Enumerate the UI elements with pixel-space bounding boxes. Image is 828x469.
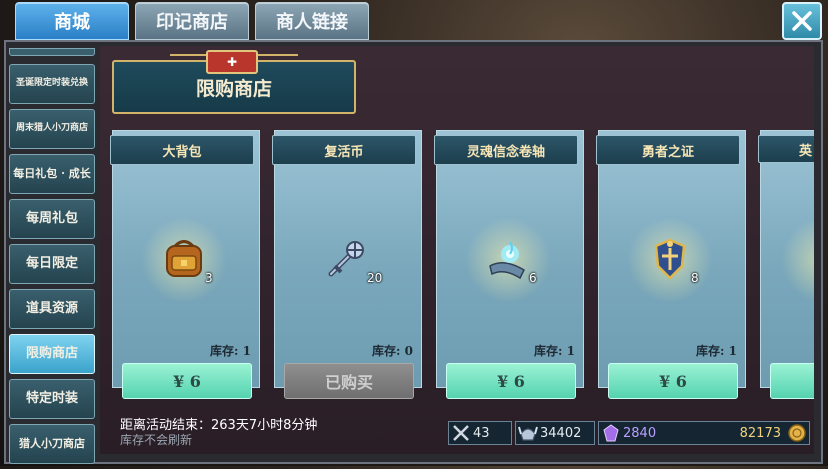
soul-scroll-icon	[480, 231, 536, 287]
sidebar-item-hunter-knife-shop[interactable]: 猎人小刀商店	[9, 424, 95, 464]
stock-label: 库存:	[372, 344, 401, 358]
stock-label: 库存:	[210, 344, 239, 358]
item-name: 大背包	[110, 135, 254, 165]
item-stock: 库存: 1	[534, 342, 575, 359]
item-glow	[781, 217, 814, 303]
stock-value: 1	[242, 344, 251, 358]
sidebar-item-weekend-knife-shop[interactable]: 周末猎人小刀商店	[9, 109, 95, 149]
gem-value: 2840	[623, 425, 657, 441]
top-tabs: 商城 印记商店 商人链接	[15, 2, 369, 40]
tab-mark-shop[interactable]: 印记商店	[135, 2, 249, 40]
sidebar-item-christmas-costume[interactable]: 圣诞限定时装兑换	[9, 64, 95, 104]
item-name: 勇者之证	[596, 135, 740, 165]
sidebar-item-item-resources[interactable]: 道具资源	[9, 289, 95, 329]
close-button[interactable]	[782, 2, 822, 40]
stock-refresh-note: 库存不会刷新	[120, 433, 193, 447]
resource-value: 34402	[540, 425, 582, 441]
tab-merchant-link[interactable]: 商人链接	[255, 2, 369, 40]
sidebar: 圣诞限定时装兑换 周末猎人小刀商店 每日礼包 · 成长 每周礼包 每日限定 道具…	[9, 48, 95, 469]
buy-button[interactable]: ¥ 6	[608, 363, 738, 399]
item-quantity: 6	[529, 271, 537, 285]
sidebar-item-special-costume[interactable]: 特定时装	[9, 379, 95, 419]
buy-button[interactable]: ¥ 6	[446, 363, 576, 399]
gold-value: 82173	[739, 425, 781, 441]
shop-item-card: 大背包 3 库存: 1 ¥ 6	[110, 130, 260, 399]
resource-value: 43	[473, 425, 490, 441]
buy-button[interactable]	[770, 363, 814, 399]
stock-label: 库存:	[534, 344, 563, 358]
buy-button[interactable]: ¥ 6	[122, 363, 252, 399]
tab-mall[interactable]: 商城	[15, 2, 129, 40]
item-quantity: 3	[205, 271, 213, 285]
shop-item-card: 复活币 20 库存: 0 已购买	[272, 130, 422, 399]
purple-gem-icon	[599, 422, 623, 444]
shop-item-card: 勇者之证 8 库存: 1 ¥ 6	[596, 130, 746, 399]
item-name: 灵魂信念卷轴	[434, 135, 578, 165]
sidebar-scroll-stub	[9, 48, 95, 56]
resource-helmet: 34402	[515, 421, 595, 445]
sidebar-item-daily-limited[interactable]: 每日限定	[9, 244, 95, 284]
shop-item-card: 灵魂信念卷轴 6 库存: 1 ¥ 6	[434, 130, 584, 399]
item-stock: 库存: 1	[696, 342, 737, 359]
sidebar-item-weekly-pack[interactable]: 每周礼包	[9, 199, 95, 239]
resource-swords: 43	[448, 421, 512, 445]
close-icon	[792, 11, 812, 31]
item-name: 复活币	[272, 135, 416, 165]
sidebar-item-daily-growth-pack[interactable]: 每日礼包 · 成长	[9, 154, 95, 194]
gold-coin-icon	[785, 422, 809, 444]
horn-helmet-icon	[516, 422, 540, 444]
stock-value: 1	[566, 344, 575, 358]
item-quantity: 8	[691, 271, 699, 285]
shop-content: 限购商店 ✚ 大背包 3 库存: 1 ¥ 6 复活币 20 库存: 0 已购买 …	[100, 46, 814, 454]
shop-item-card: 英	[758, 130, 814, 399]
revive-coin-icon	[318, 231, 374, 287]
sidebar-item-limited-shop[interactable]: 限购商店	[9, 334, 95, 374]
stock-label: 库存:	[696, 344, 725, 358]
stock-value: 1	[728, 344, 737, 358]
item-name: 英	[758, 135, 814, 163]
title-emblem-icon: ✚	[206, 50, 258, 74]
item-stock: 库存: 0	[372, 342, 413, 359]
resource-currency: 2840 82173	[598, 421, 810, 445]
item-stock: 库存: 1	[210, 342, 251, 359]
brave-badge-icon	[642, 231, 698, 287]
purchased-button: 已购买	[284, 363, 414, 399]
crossed-swords-icon	[449, 422, 473, 444]
backpack-icon	[156, 231, 212, 287]
stock-value: 0	[404, 344, 413, 358]
item-quantity: 20	[367, 271, 383, 285]
